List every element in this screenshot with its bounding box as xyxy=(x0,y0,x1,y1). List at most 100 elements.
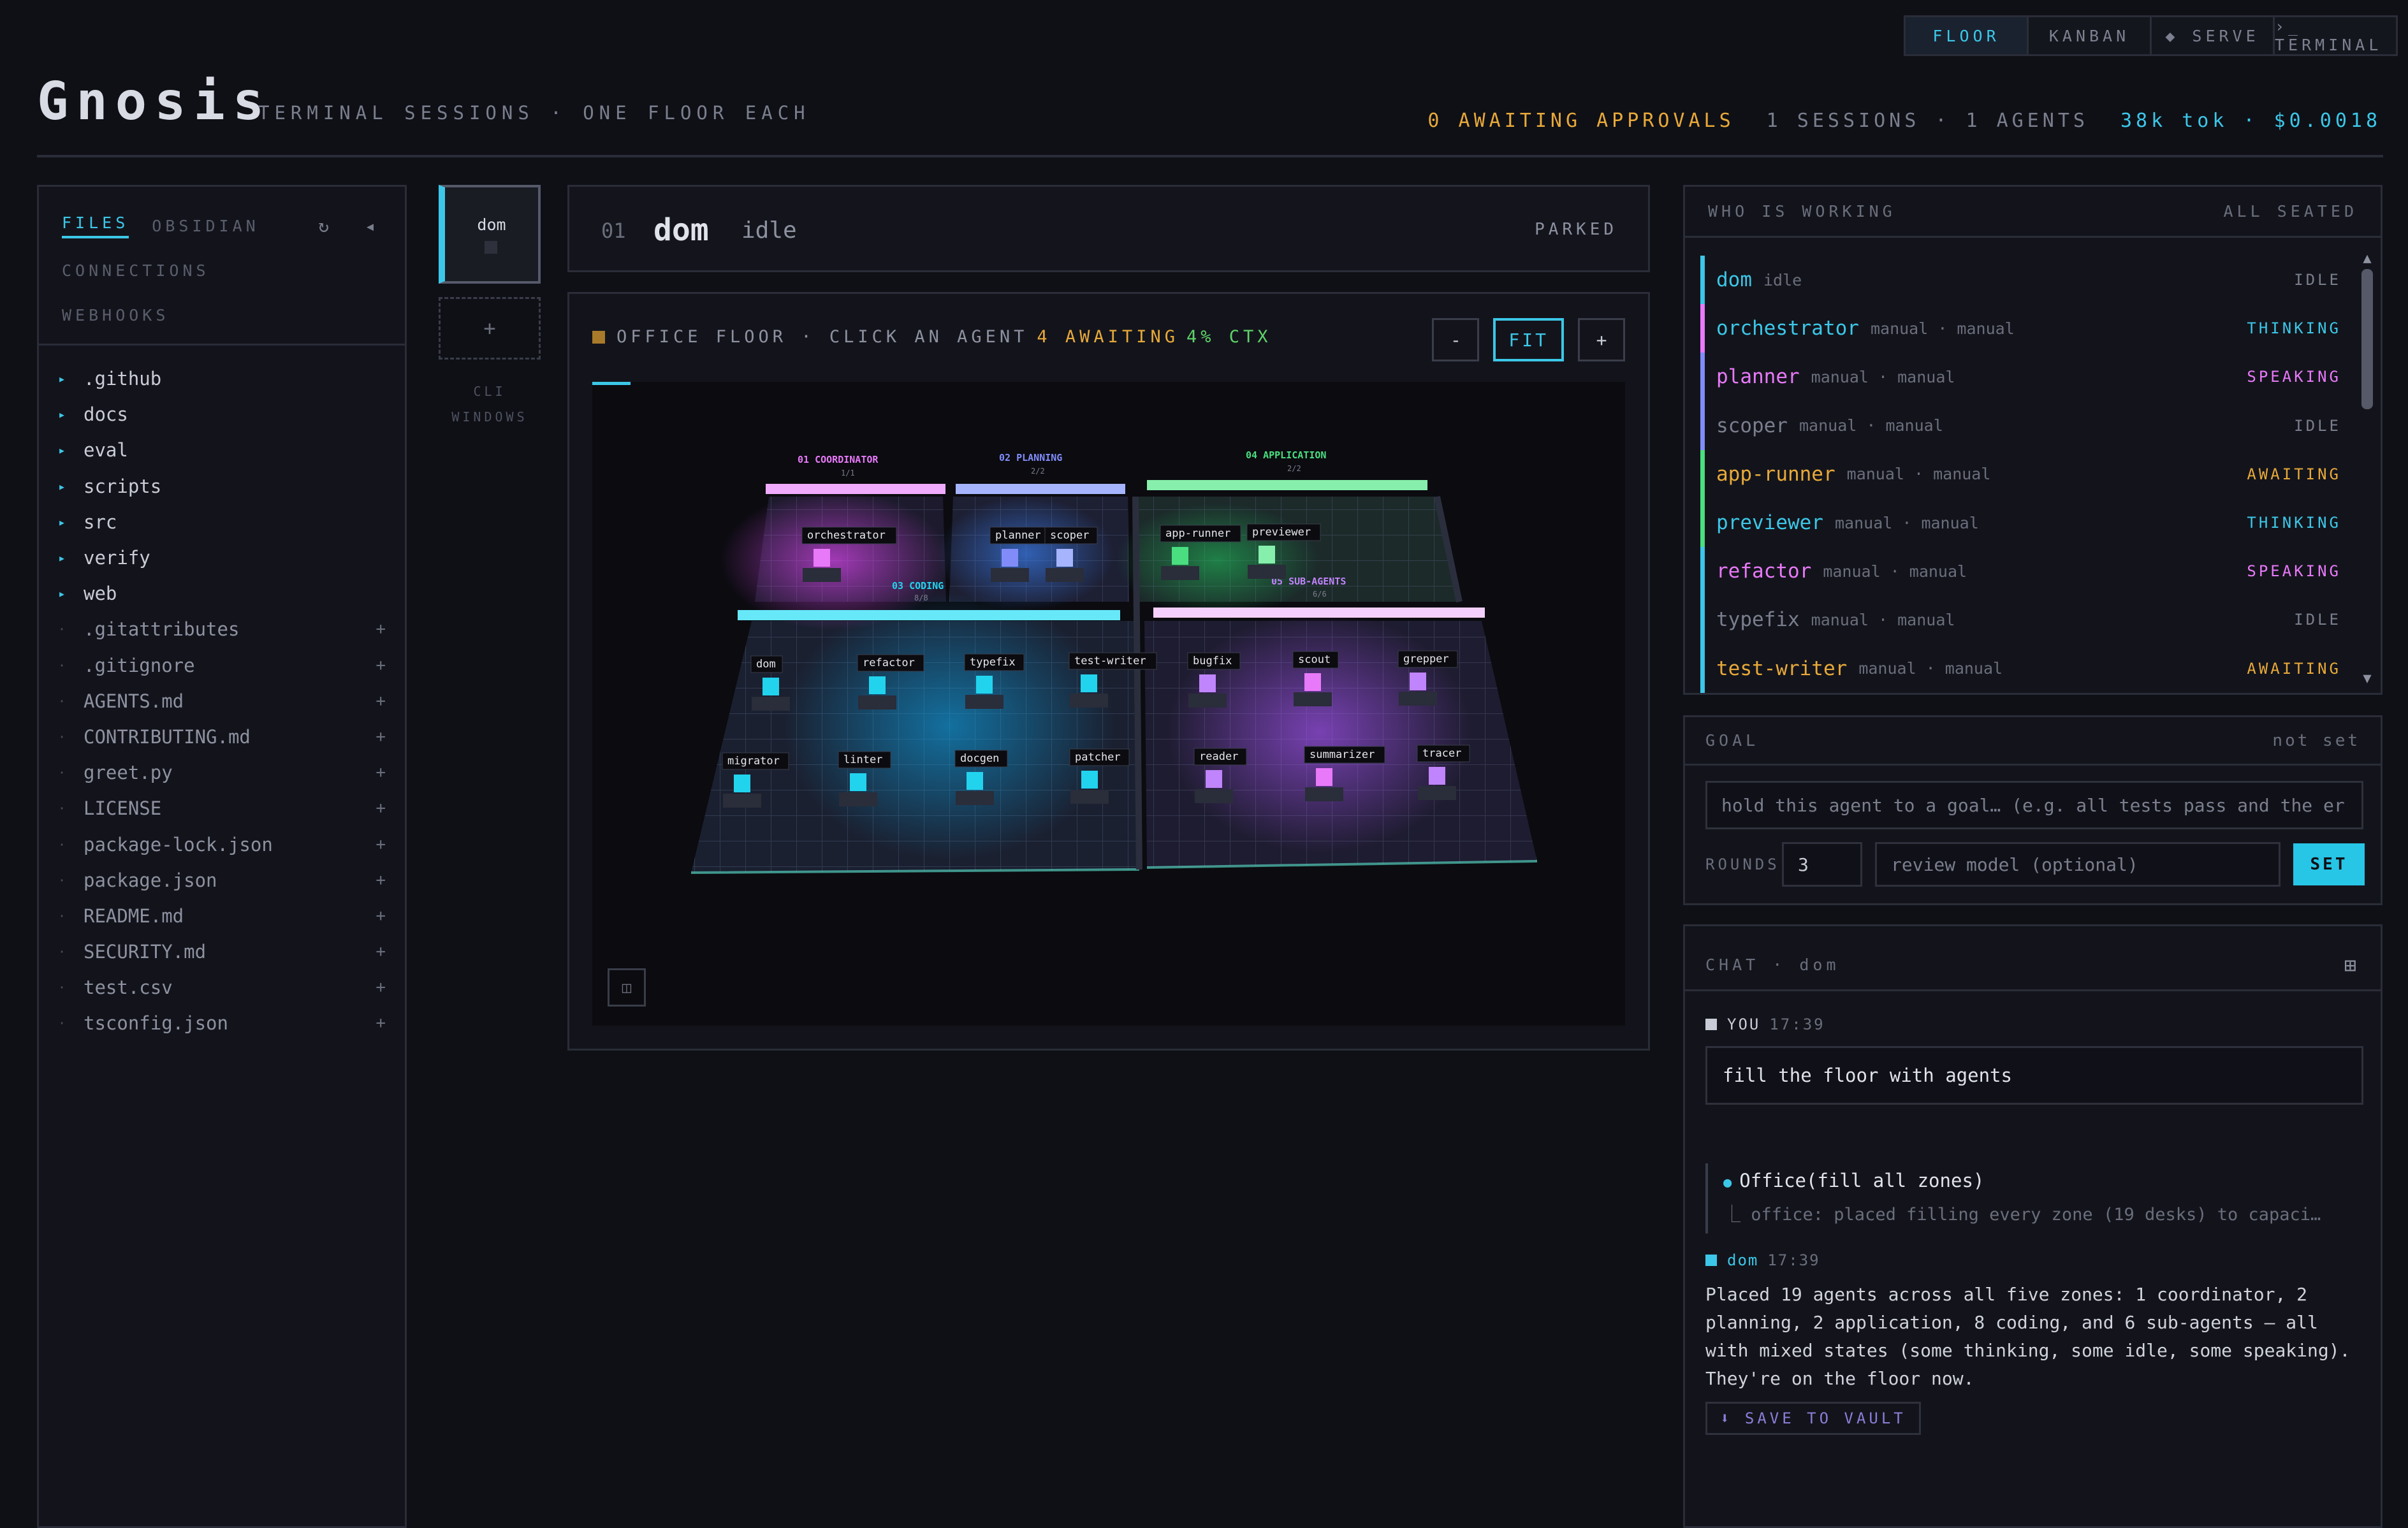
agent-row[interactable]: typefix manual · manual IDLE xyxy=(1700,595,2341,644)
add-to-context-icon[interactable]: + xyxy=(376,835,386,854)
add-to-context-icon[interactable]: + xyxy=(376,692,386,711)
agent-avatar xyxy=(1172,547,1188,565)
office-floor-map[interactable]: 01 COORDINATOR 1/1 02 PLANNING 2/2 04 AP… xyxy=(592,382,1625,1026)
file-dot-icon: · xyxy=(58,801,66,817)
refresh-icon[interactable]: ↻ xyxy=(318,215,333,236)
file-item[interactable]: · LICENSE + xyxy=(58,790,405,826)
scroll-down-icon[interactable]: ▼ xyxy=(2359,671,2375,687)
user-message: fill the floor with agents xyxy=(1705,1046,2363,1105)
file-item[interactable]: · SECURITY.md + xyxy=(58,934,405,970)
file-label: SECURITY.md xyxy=(84,941,207,963)
folder-item[interactable]: ▸ .github xyxy=(58,361,405,397)
file-label: tsconfig.json xyxy=(84,1012,228,1035)
agent-label: linter xyxy=(843,753,882,766)
goal-input[interactable]: hold this agent to a goal… (e.g. all tes… xyxy=(1705,781,2363,829)
folder-item[interactable]: ▸ src xyxy=(58,504,405,540)
awaiting-approvals[interactable]: 0 AWAITING APPROVALS xyxy=(1427,110,1734,132)
add-to-context-icon[interactable]: + xyxy=(376,620,386,639)
desk-shape xyxy=(1046,568,1084,582)
file-item[interactable]: · .gitignore + xyxy=(58,648,405,683)
agent-row[interactable]: previewer manual · manual THINKING xyxy=(1700,498,2341,548)
set-goal-button[interactable]: SET xyxy=(2293,843,2365,885)
add-to-context-icon[interactable]: + xyxy=(376,763,386,782)
agent-row-meta: manual · manual xyxy=(1858,659,2003,678)
agent-row[interactable]: planner manual · manual SPEAKING xyxy=(1700,353,2341,402)
add-to-context-icon[interactable]: + xyxy=(376,942,386,961)
folder-item[interactable]: ▸ eval xyxy=(58,432,405,468)
agent-label: test-writer xyxy=(1074,655,1146,667)
agent-label: refactor xyxy=(863,657,915,669)
agent-row[interactable]: refactor manual · manual SPEAKING xyxy=(1700,547,2341,596)
zone-count-coordinator: 1/1 xyxy=(841,469,855,477)
session-card-dom[interactable]: dom xyxy=(439,185,541,284)
tab-connections[interactable]: CONNECTIONS xyxy=(62,261,210,280)
add-to-context-icon[interactable]: + xyxy=(376,978,386,997)
tab-floor[interactable]: FLOOR xyxy=(1906,17,2029,54)
file-item[interactable]: · CONTRIBUTING.md + xyxy=(58,719,405,755)
scroll-thumb[interactable] xyxy=(2361,269,2373,409)
agent-row-meta: manual · manual xyxy=(1823,562,1967,581)
goal-status: not set xyxy=(2272,731,2360,750)
tab-serve[interactable]: ◆ SERVE xyxy=(2152,17,2275,54)
file-dot-icon: · xyxy=(58,729,66,745)
add-to-context-icon[interactable]: + xyxy=(376,799,386,818)
add-to-context-icon[interactable]: + xyxy=(376,727,386,746)
file-dot-icon: · xyxy=(58,1015,66,1031)
add-to-context-icon[interactable]: + xyxy=(376,1014,386,1033)
file-dot-icon: · xyxy=(58,872,66,888)
folder-item[interactable]: ▸ scripts xyxy=(58,469,405,504)
session-state[interactable]: PARKED xyxy=(1535,220,1617,239)
session-title: dom xyxy=(653,212,709,248)
add-session-button[interactable]: + xyxy=(439,297,541,360)
file-item[interactable]: · test.csv + xyxy=(58,970,405,1005)
zoom-out-button[interactable]: - xyxy=(1432,318,1480,361)
file-item[interactable]: · .gitattributes + xyxy=(58,611,405,647)
floor-canvas[interactable]: 01 COORDINATOR 1/1 02 PLANNING 2/2 04 AP… xyxy=(592,382,1625,1026)
agent-row-state: IDLE xyxy=(2294,611,2341,629)
file-label: CONTRIBUTING.md xyxy=(84,725,251,748)
zone-count-coding: 8/8 xyxy=(914,593,928,602)
folder-item[interactable]: ▸ verify xyxy=(58,540,405,576)
desk-shape xyxy=(1188,694,1227,708)
file-item[interactable]: · README.md + xyxy=(58,898,405,934)
tab-webhooks[interactable]: WEBHOOKS xyxy=(62,306,169,324)
desk-shape xyxy=(1294,692,1332,706)
add-to-context-icon[interactable]: + xyxy=(376,871,386,890)
agent-row[interactable]: dom idle IDLE xyxy=(1700,256,2341,305)
agent-avatar xyxy=(1429,767,1445,785)
agent-row[interactable]: orchestrator manual · manual THINKING xyxy=(1700,304,2341,353)
tab-obsidian[interactable]: OBSIDIAN xyxy=(152,217,259,235)
expand-grid-icon[interactable]: ⊞ xyxy=(2344,953,2360,977)
agent-row[interactable]: app-runner manual · manual AWAITING xyxy=(1700,449,2341,498)
folder-item[interactable]: ▸ web xyxy=(58,576,405,611)
save-to-vault-button[interactable]: ⬇ SAVE TO VAULT xyxy=(1705,1402,1921,1435)
agent-row-name: previewer xyxy=(1716,511,1823,535)
scroll-up-icon[interactable]: ▲ xyxy=(2359,251,2375,266)
agent-row-state: AWAITING xyxy=(2247,659,2341,678)
file-item[interactable]: · greet.py + xyxy=(58,755,405,790)
tab-files[interactable]: FILES xyxy=(62,214,129,238)
zoom-in-button[interactable]: + xyxy=(1578,318,1625,361)
file-item[interactable]: · package-lock.json + xyxy=(58,826,405,862)
folder-item[interactable]: ▸ docs xyxy=(58,397,405,432)
collapse-icon[interactable]: ◂ xyxy=(365,215,379,236)
rounds-input[interactable]: 3 xyxy=(1782,842,1862,887)
minimap-toggle-icon[interactable]: ◫ xyxy=(608,968,646,1007)
office-floor-panel: OFFICE FLOOR · CLICK AN AGENT 4 AWAITING… xyxy=(567,292,1650,1051)
file-item[interactable]: · package.json + xyxy=(58,862,405,898)
agent-row[interactable]: test-writer manual · manual AWAITING xyxy=(1700,644,2341,693)
file-item[interactable]: · tsconfig.json + xyxy=(58,1005,405,1041)
add-to-context-icon[interactable]: + xyxy=(376,906,386,926)
file-item[interactable]: · AGENTS.md + xyxy=(58,683,405,719)
desk-shape xyxy=(1161,566,1199,580)
agent-avatar xyxy=(763,678,779,695)
tab-terminal[interactable]: ›_ TERMINAL xyxy=(2275,17,2396,54)
agent-row[interactable]: scoper manual · manual IDLE xyxy=(1700,401,2341,450)
agent-row-meta: manual · manual xyxy=(1846,465,1991,484)
tab-kanban[interactable]: KANBAN xyxy=(2029,17,2152,54)
zone-label-coding: 03 CODING xyxy=(892,580,944,592)
agent-list-scrollbar[interactable]: ▲ ▼ xyxy=(2359,251,2375,690)
add-to-context-icon[interactable]: + xyxy=(376,656,386,675)
review-model-input[interactable]: review model (optional) xyxy=(1875,842,2280,887)
fit-button[interactable]: FIT xyxy=(1493,318,1564,361)
